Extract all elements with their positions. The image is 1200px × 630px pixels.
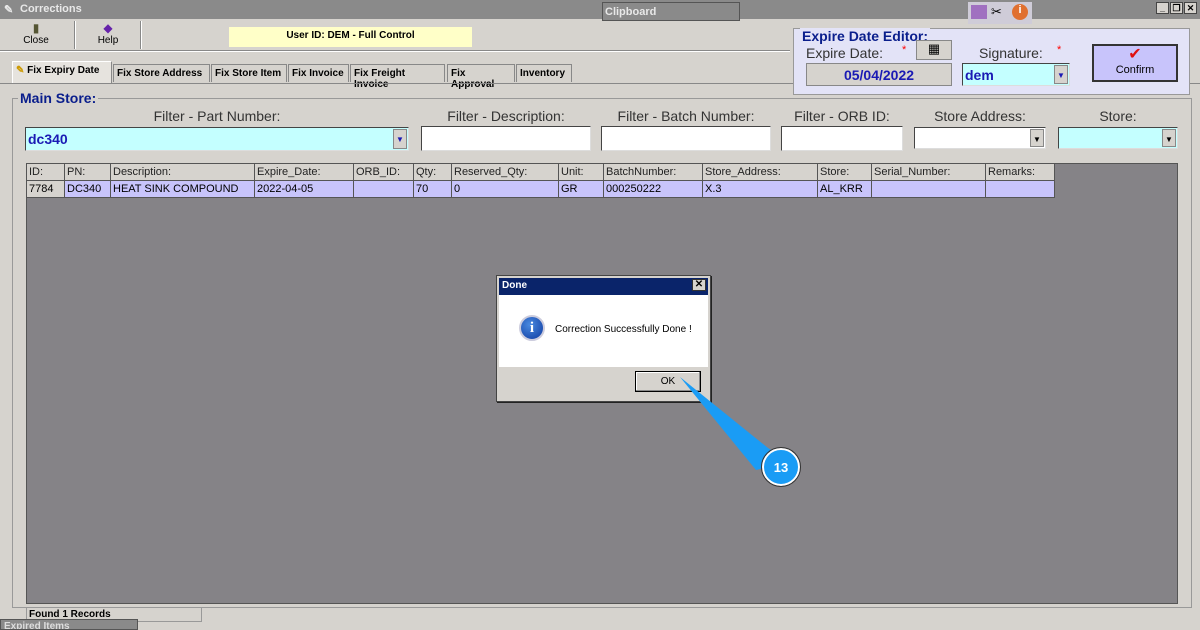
help-label: Help [97, 35, 119, 46]
expire-date-field[interactable]: 05/04/2022 [806, 63, 952, 86]
clipboard-tab[interactable]: Clipboard [602, 2, 740, 21]
app-icon: ✎ [4, 4, 14, 16]
column-header[interactable]: Store_Address: [703, 164, 818, 181]
required-mark: * [902, 44, 907, 56]
orb-id-filter[interactable] [781, 126, 903, 151]
ok-button[interactable]: OK [635, 371, 701, 392]
help-book-icon: ◆ [103, 21, 113, 35]
table-cell: DC340 [65, 181, 111, 198]
tab-inventory[interactable]: Inventory [516, 64, 572, 82]
table-cell: HEAT SINK COMPOUND [111, 181, 255, 198]
quick-icons: ✂ i [968, 2, 1032, 24]
chevron-down-icon[interactable]: ▼ [1054, 65, 1068, 84]
close-label: Close [23, 35, 49, 46]
tab-fix-approval[interactable]: Fix Approval [447, 64, 515, 90]
divider [0, 50, 790, 52]
done-dialog: Done ✕ i Correction Successfully Done ! … [496, 275, 711, 402]
user-info: User ID: DEM - Full Control [229, 27, 472, 47]
batch-number-filter[interactable] [601, 126, 771, 151]
column-header[interactable]: Store: [818, 164, 872, 181]
tools-icon[interactable]: ✂ [991, 4, 1002, 20]
table-cell [986, 181, 1055, 198]
column-header[interactable]: BatchNumber: [604, 164, 703, 181]
help-button[interactable]: ◆ Help [90, 21, 126, 49]
restore-button[interactable]: ❐ [1170, 2, 1183, 14]
column-header[interactable]: Serial_Number: [872, 164, 986, 181]
close-window-button[interactable]: ✕ [1184, 2, 1197, 14]
column-header[interactable]: ORB_ID: [354, 164, 414, 181]
table-cell: 0 [452, 181, 559, 198]
part-number-label: Filter - Part Number: [153, 108, 281, 124]
tab-fix-freight-invoice[interactable]: Fix Freight Invoice [350, 64, 445, 90]
expired-items-tab[interactable]: Expired Items [0, 619, 138, 630]
checkmark-icon: ✔ [1128, 46, 1142, 63]
folder-icon[interactable] [971, 5, 987, 19]
store-address-label: Store Address: [934, 108, 1026, 124]
store-select[interactable]: ▼ [1058, 127, 1178, 149]
part-number-filter[interactable]: dc340 ▼ [25, 127, 409, 151]
table-cell [354, 181, 414, 198]
store-address-select[interactable]: ▼ [914, 127, 1046, 149]
column-header[interactable]: ID: [27, 164, 65, 181]
separator [140, 21, 142, 49]
main-store-title: Main Store: [18, 90, 99, 106]
close-button[interactable]: ▮ Close [18, 21, 54, 49]
dialog-close-button[interactable]: ✕ [692, 279, 706, 291]
table-cell [872, 181, 986, 198]
grid-header: ID: PN: Description: Expire_Date: ORB_ID: Qty… [27, 164, 1055, 181]
tab-fix-invoice[interactable]: Fix Invoice [288, 64, 349, 82]
description-label: Filter - Description: [447, 108, 565, 124]
tab-fix-store-item[interactable]: Fix Store Item [211, 64, 287, 82]
table-cell: 000250222 [604, 181, 703, 198]
editor-title: Expire Date Editor: [800, 28, 931, 44]
info-icon[interactable]: i [1012, 4, 1028, 20]
signature-select[interactable]: dem ▼ [962, 63, 1070, 86]
column-header[interactable]: Expire_Date: [255, 164, 354, 181]
table-cell: X.3 [703, 181, 818, 198]
chevron-down-icon[interactable]: ▼ [1162, 129, 1176, 147]
batch-number-label: Filter - Batch Number: [617, 108, 755, 124]
dialog-body: i Correction Successfully Done ! [499, 295, 708, 367]
table-cell: 7784 [27, 181, 65, 198]
dialog-message: Correction Successfully Done ! [555, 324, 692, 335]
door-icon: ▮ [32, 21, 40, 35]
orb-id-label: Filter - ORB ID: [794, 108, 890, 124]
expire-date-editor: Expire Date Editor: Expire Date: * ▦ 05/… [793, 28, 1190, 95]
confirm-button[interactable]: ✔ Confirm [1092, 44, 1178, 82]
column-header[interactable]: Description: [111, 164, 255, 181]
dialog-title-bar: Done ✕ [499, 278, 708, 295]
table-cell: 2022-04-05 [255, 181, 354, 198]
info-icon: i [519, 315, 545, 341]
calendar-icon: ▦ [927, 41, 941, 56]
column-header[interactable]: Unit: [559, 164, 604, 181]
column-header[interactable]: Remarks: [986, 164, 1055, 181]
column-header[interactable]: PN: [65, 164, 111, 181]
table-cell: 70 [414, 181, 452, 198]
minimize-button[interactable]: _ [1156, 2, 1169, 14]
calendar-button[interactable]: ▦ [916, 40, 952, 60]
tab-fix-expiry-date[interactable]: ✎ Fix Expiry Date [12, 61, 112, 83]
table-cell: AL_KRR [818, 181, 872, 198]
chevron-down-icon[interactable]: ▼ [393, 129, 407, 149]
signature-label: Signature: [979, 45, 1043, 61]
table-cell: GR [559, 181, 604, 198]
tab-fix-store-address[interactable]: Fix Store Address [113, 64, 210, 82]
chevron-down-icon[interactable]: ▼ [1030, 129, 1044, 147]
column-header[interactable]: Reserved_Qty: [452, 164, 559, 181]
expire-date-label: Expire Date: [806, 45, 884, 61]
description-filter[interactable] [421, 126, 591, 151]
note-icon: ✎ [16, 65, 28, 76]
separator [74, 21, 76, 49]
window-title: Corrections [20, 3, 82, 15]
required-mark: * [1057, 44, 1062, 56]
table-row[interactable]: 7784 DC340 HEAT SINK COMPOUND 2022-04-05 70 0… [27, 181, 1055, 198]
column-header[interactable]: Qty: [414, 164, 452, 181]
store-label: Store: [1099, 108, 1137, 124]
